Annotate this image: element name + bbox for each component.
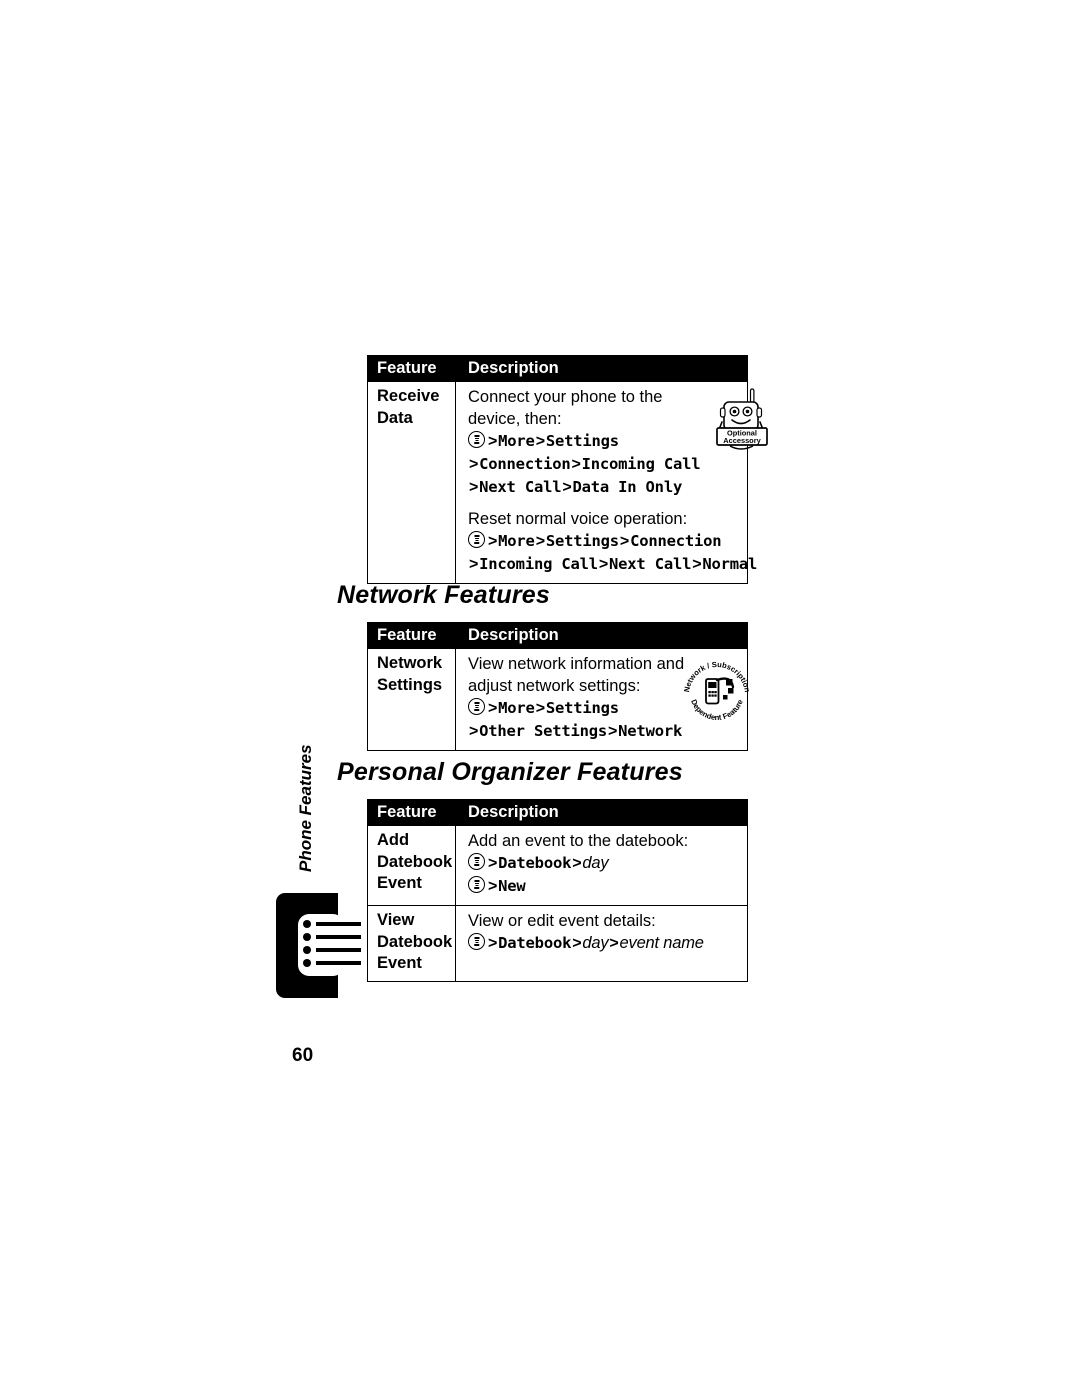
network-features-table: Feature Description Network Settings Vie…	[367, 622, 752, 751]
menu-key-icon	[468, 876, 485, 893]
menu-path-segment: Datebook	[498, 854, 572, 872]
feature-line: Datebook	[377, 932, 453, 951]
table-row: Add Datebook Event Add an event to the d…	[368, 825, 747, 905]
menu-path-segment: More	[498, 699, 535, 717]
feature-cell: Add Datebook Event	[368, 826, 456, 905]
menu-path-segment: More	[498, 432, 535, 450]
feature-line: View	[377, 911, 415, 929]
network-subscription-dependent-feature-icon: Network / Subscription Dependent Feature	[681, 655, 753, 727]
menu-path-line: >Next Call>Data In Only	[469, 478, 683, 496]
feature-line: Receive	[377, 387, 440, 405]
personal-organizer-features-table: Feature Description Add Datebook Event A…	[367, 799, 748, 982]
menu-path-line: >New	[468, 875, 741, 898]
menu-path-segment: Settings	[545, 699, 619, 717]
feature-line: Datebook	[377, 852, 453, 871]
data-features-table: Feature Description Receive Data Connect…	[367, 355, 769, 584]
menu-path-variable: event name	[619, 934, 704, 952]
menu-key-icon	[468, 853, 485, 870]
table-header-row: Feature Description	[368, 799, 747, 825]
table-header-row: Feature Description	[368, 355, 747, 381]
menu-path-variable: day	[582, 854, 609, 872]
table-header-row: Feature Description	[368, 622, 747, 648]
menu-path-segment: Settings	[545, 432, 619, 450]
optional-accessory-icon: Optional Accessory	[713, 388, 771, 454]
svg-text:Accessory: Accessory	[723, 436, 761, 445]
description-cell: Connect your phone to the device, then: …	[456, 382, 769, 583]
menu-path-segment: Data In Only	[572, 478, 683, 496]
table-row: View Datebook Event View or edit event d…	[368, 905, 747, 981]
table-row: Network Settings View network informatio…	[368, 648, 752, 750]
column-header-feature: Feature	[377, 626, 437, 644]
description-text: View or edit event details:	[468, 912, 656, 930]
menu-path-line: >Connection>Incoming Call	[469, 455, 701, 473]
section-heading-personal-organizer-features: Personal Organizer Features	[337, 758, 683, 786]
chapter-thumb-tab	[276, 893, 361, 998]
menu-path-segment: More	[498, 532, 535, 550]
side-tab-label: Phone Features	[296, 744, 315, 872]
menu-path-segment: Other Settings	[479, 722, 608, 740]
description-cell: Add an event to the datebook: >Datebook>…	[456, 826, 747, 905]
menu-key-icon	[468, 531, 485, 548]
column-header-feature: Feature	[377, 359, 437, 377]
menu-path-segment: Incoming Call	[581, 455, 701, 473]
page-number: 60	[292, 1045, 314, 1066]
menu-path-variable: day	[582, 934, 609, 952]
column-header-feature: Feature	[377, 803, 437, 821]
feature-line: Data	[377, 408, 413, 427]
menu-path-segment: Connection	[630, 532, 722, 550]
feature-cell: Network Settings	[368, 649, 456, 750]
column-header-description: Description	[468, 803, 559, 821]
menu-path-segment: Next Call	[479, 478, 562, 496]
column-header-description: Description	[468, 359, 559, 377]
menu-key-icon	[468, 933, 485, 950]
menu-key-icon	[468, 698, 485, 715]
section-heading-network-features: Network Features	[337, 581, 550, 609]
description-cell: View or edit event details: >Datebook>da…	[456, 906, 747, 981]
menu-path-line: >Datebook>day	[468, 852, 741, 875]
feature-line: Settings	[377, 675, 443, 694]
menu-path-line: >Datebook>day>event name	[468, 932, 741, 955]
menu-key-icon	[468, 431, 485, 448]
feature-line: Event	[377, 874, 422, 892]
description-cell: View network information and adjust netw…	[456, 649, 752, 750]
column-header-description: Description	[468, 626, 559, 644]
menu-path-segment: Settings	[545, 532, 619, 550]
menu-path-segment: Next Call	[609, 555, 692, 573]
bulleted-list-icon	[303, 920, 383, 970]
feature-line: Network	[377, 654, 443, 672]
menu-path-segment: New	[498, 877, 526, 895]
feature-line: Add	[377, 831, 410, 849]
menu-path-line: >More>Settings>Connection	[468, 530, 757, 553]
menu-path-segment: Network	[618, 722, 683, 740]
menu-path-segment: Normal	[702, 555, 758, 573]
menu-path-segment: Datebook	[498, 934, 572, 952]
feature-line: Event	[377, 954, 422, 972]
table-row: Receive Data Connect your phone to the d…	[368, 381, 769, 583]
menu-path-line: >Incoming Call>Next Call>Normal	[469, 555, 758, 573]
document-page: Feature Description Receive Data Connect…	[0, 0, 1080, 1397]
description-text: Reset normal voice operation:	[468, 510, 688, 528]
menu-path-segment: Incoming Call	[479, 555, 598, 573]
feature-cell: Receive Data	[368, 382, 456, 583]
menu-path-segment: Connection	[479, 455, 571, 473]
description-text: Add an event to the datebook:	[468, 832, 689, 850]
